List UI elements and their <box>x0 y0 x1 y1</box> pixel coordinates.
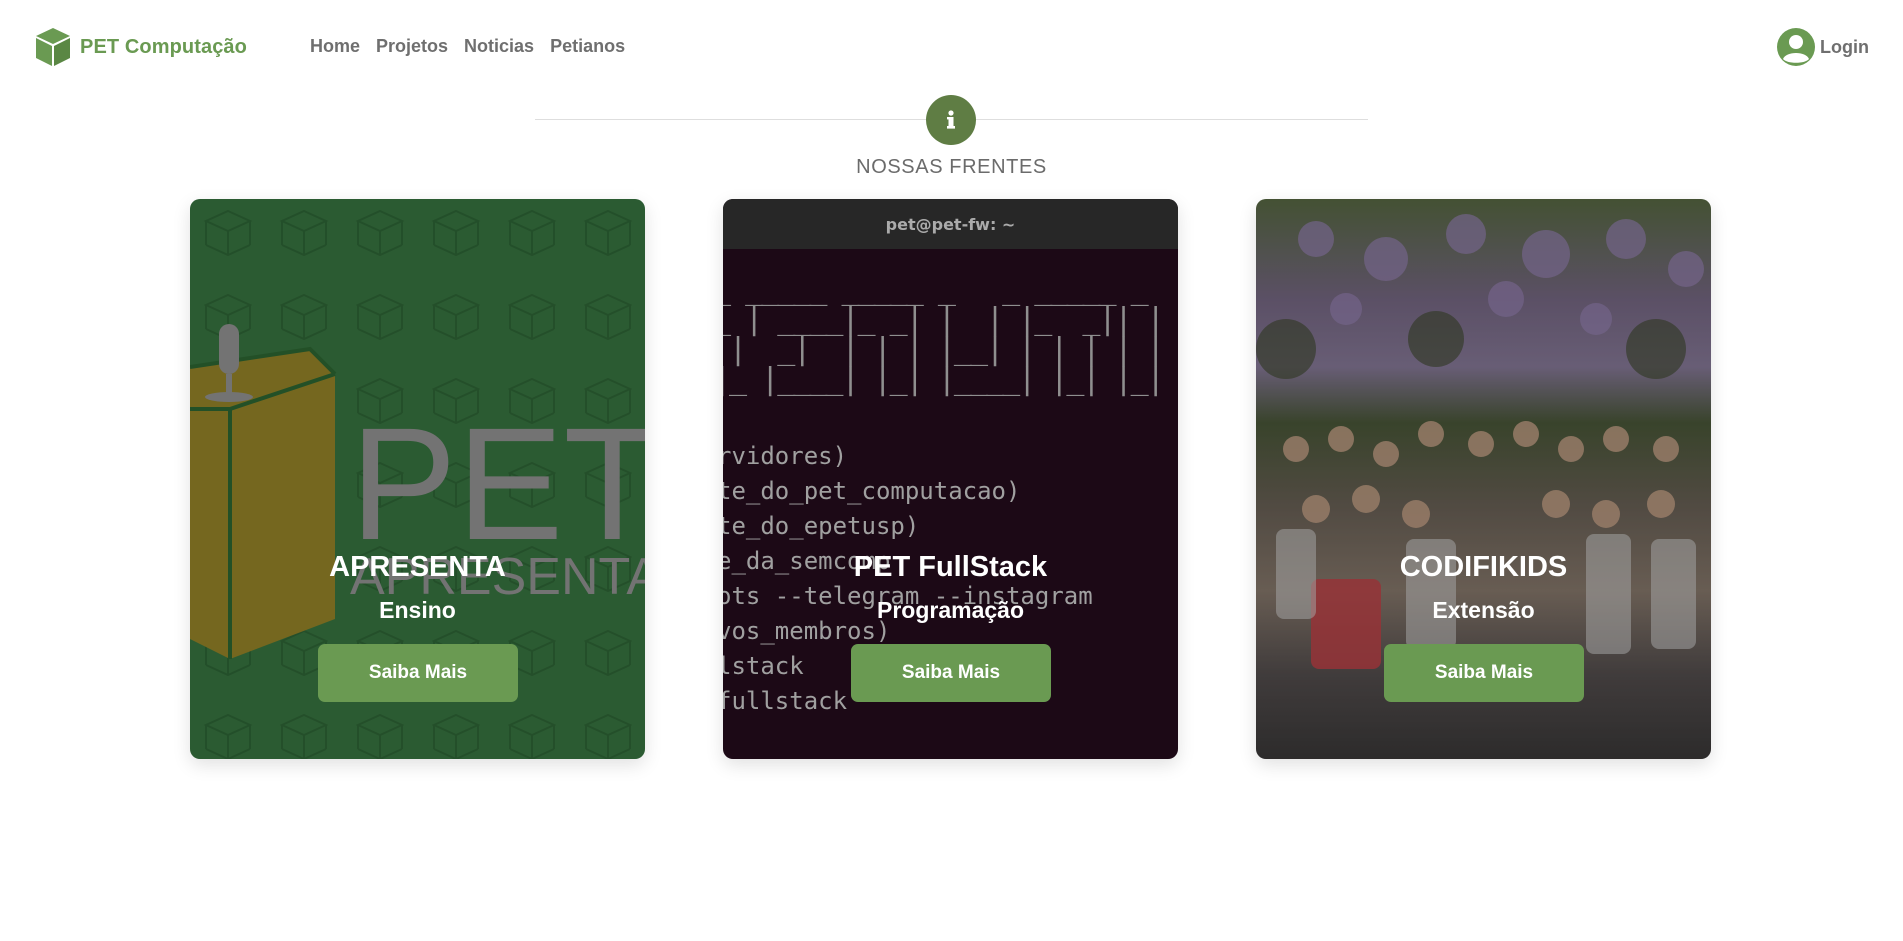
brand-logo-link[interactable]: PET Computação <box>34 26 247 68</box>
nav-link-noticias[interactable]: Noticias <box>464 36 534 57</box>
card-subtitle: Programação <box>876 597 1024 623</box>
cube-logo-icon <box>36 28 70 66</box>
card-title: CODIFIKIDS <box>1399 551 1568 583</box>
user-avatar-icon <box>1777 28 1816 66</box>
login-button[interactable]: Login <box>1776 27 1869 67</box>
navbar: PET Computação Home Projetos Noticias Pe… <box>0 0 1903 96</box>
info-icon <box>926 95 976 145</box>
card-subtitle: Ensino <box>379 597 456 623</box>
section-title: NOSSAS FRENTES <box>856 156 1047 178</box>
nav-link-home[interactable]: Home <box>310 36 360 57</box>
saiba-mais-button[interactable]: Saiba Mais <box>1384 644 1584 702</box>
main-nav: Home Projetos Noticias Petianos <box>310 36 625 57</box>
login-label: Login <box>1820 36 1869 57</box>
card-title: PET FullStack <box>853 551 1048 583</box>
card-subtitle: Extensão <box>1432 597 1535 623</box>
nav-link-projetos[interactable]: Projetos <box>376 36 448 57</box>
saiba-mais-button[interactable]: Saiba Mais <box>851 644 1051 702</box>
card-pet-fullstack: pet@pet-fw: ~ _ _____ _____ _ _ _____ _ … <box>723 199 1178 759</box>
card-apresenta: PET APRESENTA APRESENTA Ensino Saiba Mai… <box>190 199 645 759</box>
saiba-mais-button[interactable]: Saiba Mais <box>318 644 518 702</box>
card-codifikids: CODIFIKIDS Extensão Saiba Mais <box>1256 199 1711 759</box>
nav-link-petianos[interactable]: Petianos <box>550 36 625 57</box>
card-title: APRESENTA <box>329 551 506 583</box>
brand-name: PET Computação <box>80 35 247 58</box>
